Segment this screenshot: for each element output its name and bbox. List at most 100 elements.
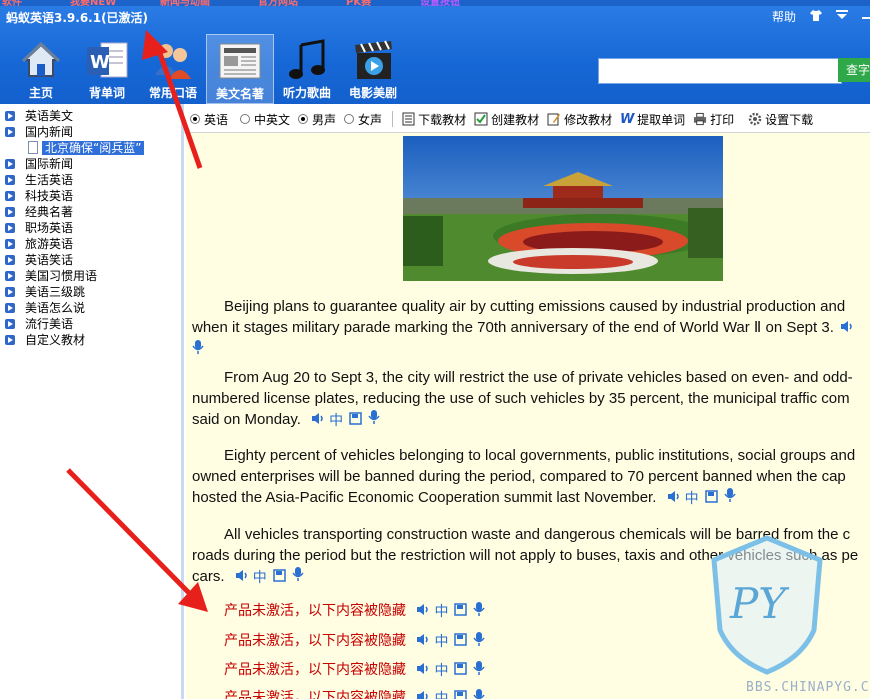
nav-spoken[interactable]: 常用口语 — [140, 34, 206, 102]
expand-icon[interactable] — [5, 335, 15, 345]
expand-icon[interactable] — [5, 287, 15, 297]
locked-text: 产品未激活，以下内容被隐藏 — [224, 603, 406, 619]
floppy-icon[interactable] — [454, 632, 468, 650]
settings-button[interactable]: 设置下载 — [748, 111, 813, 128]
tree-item-label: 英语笑话 — [25, 253, 74, 267]
expand-icon[interactable] — [5, 111, 15, 121]
microphone-icon[interactable] — [192, 339, 204, 361]
create-button[interactable]: 创建教材 — [474, 111, 539, 128]
tree-item-label: 国际新闻 — [25, 157, 74, 171]
watermark-text: BBS.CHINAPYG.COM — [746, 680, 870, 695]
floppy-icon[interactable] — [454, 689, 468, 699]
microphone-icon[interactable] — [473, 688, 486, 699]
tree-item-label: 生活英语 — [25, 173, 74, 187]
expand-icon[interactable] — [5, 175, 15, 185]
menu-down-icon[interactable] — [836, 10, 848, 23]
floppy-icon[interactable] — [454, 602, 468, 620]
floppy-icon[interactable] — [349, 410, 362, 431]
translate-button[interactable]: 中 — [434, 660, 448, 680]
microphone-icon[interactable] — [292, 566, 304, 588]
speaker-icon[interactable] — [235, 567, 249, 588]
expand-icon[interactable] — [5, 303, 15, 313]
microphone-icon[interactable] — [368, 409, 380, 431]
nav-words[interactable]: W 背单词 — [74, 34, 140, 102]
tree-item-label: 美语三级跳 — [25, 285, 86, 299]
tree-item[interactable]: 英语笑话 — [0, 252, 181, 268]
minimize-icon[interactable] — [862, 10, 870, 23]
speaker-icon[interactable] — [667, 488, 681, 509]
tree-item[interactable]: 英语美文 — [0, 108, 181, 124]
expand-icon[interactable] — [5, 127, 15, 137]
print-button[interactable]: 打印 — [693, 111, 734, 128]
help-link[interactable]: 帮助 — [772, 8, 796, 25]
tree-child-item[interactable]: 北京确保“阅兵蓝” — [0, 140, 181, 156]
speaker-icon[interactable] — [416, 603, 430, 620]
expand-icon[interactable] — [5, 239, 15, 249]
newspaper-icon — [218, 39, 262, 83]
microphone-icon[interactable] — [473, 601, 486, 621]
radio-label: 中英文 — [254, 112, 291, 127]
expand-icon[interactable] — [5, 159, 15, 169]
search-input[interactable] — [598, 58, 842, 84]
tree-item[interactable]: 生活英语 — [0, 172, 181, 188]
speaker-icon[interactable] — [840, 318, 854, 339]
tree-item[interactable]: 科技英语 — [0, 188, 181, 204]
expand-icon[interactable] — [5, 223, 15, 233]
toolbar-label: 下载教材 — [418, 112, 467, 127]
speaker-icon[interactable] — [416, 662, 430, 679]
tree-item[interactable]: 流行美语 — [0, 316, 181, 332]
speaker-icon[interactable] — [416, 690, 430, 699]
nav-movies[interactable]: 电影美剧 — [340, 34, 406, 102]
shirt-icon[interactable] — [810, 9, 822, 24]
translate-button[interactable]: 中 — [685, 488, 699, 509]
expand-icon[interactable] — [5, 255, 15, 265]
tree-item[interactable]: 职场英语 — [0, 220, 181, 236]
people-icon — [151, 38, 195, 82]
nav-label: 背单词 — [88, 86, 125, 100]
tree-item[interactable]: 旅游英语 — [0, 236, 181, 252]
tree-item[interactable]: 美国习惯用语 — [0, 268, 181, 284]
radio-dot[interactable] — [344, 114, 355, 124]
translate-button[interactable]: 中 — [253, 567, 267, 588]
microphone-icon[interactable] — [473, 631, 486, 651]
translate-button[interactable]: 中 — [329, 410, 343, 431]
radio-english[interactable]: 英语 — [190, 111, 228, 128]
radio-bilingual[interactable]: 中英文 — [240, 111, 290, 128]
expand-icon[interactable] — [5, 191, 15, 201]
search-button[interactable]: 查字 — [838, 58, 870, 82]
tree-item[interactable]: 美语三级跳 — [0, 284, 181, 300]
microphone-icon[interactable] — [473, 660, 486, 680]
radio-dot[interactable] — [240, 114, 251, 124]
floppy-icon[interactable] — [704, 488, 718, 509]
window-controls: 帮助 — [772, 8, 870, 25]
nav-articles[interactable]: 美文名著 — [206, 34, 274, 104]
radio-dot[interactable] — [190, 114, 200, 124]
extract-button[interactable]: W 提取单词 — [620, 111, 685, 128]
expand-icon[interactable] — [5, 319, 15, 329]
download-button[interactable]: 下载教材 — [401, 111, 466, 128]
expand-icon[interactable] — [5, 207, 15, 217]
translate-button[interactable]: 中 — [434, 601, 448, 621]
nav-home[interactable]: 主页 — [8, 34, 74, 102]
radio-male[interactable]: 男声 — [298, 111, 336, 128]
expand-icon[interactable] — [5, 271, 15, 281]
tree-item[interactable]: 自定义教材 — [0, 332, 181, 348]
tree-item[interactable]: 经典名著 — [0, 204, 181, 220]
tree-item[interactable]: 美语怎么说 — [0, 300, 181, 316]
modify-button[interactable]: 修改教材 — [547, 111, 612, 128]
music-note-icon — [285, 38, 329, 82]
tree-item[interactable]: 国内新闻 — [0, 124, 181, 140]
speaker-icon[interactable] — [311, 410, 325, 431]
floppy-icon[interactable] — [454, 661, 468, 679]
speaker-icon[interactable] — [416, 633, 430, 650]
translate-button[interactable]: 中 — [434, 631, 448, 651]
printer-icon — [693, 112, 707, 126]
radio-dot[interactable] — [298, 114, 309, 124]
word-w-icon: W — [619, 111, 635, 127]
tree-item[interactable]: 国际新闻 — [0, 156, 181, 172]
nav-music[interactable]: 听力歌曲 — [274, 34, 340, 102]
microphone-icon[interactable] — [723, 487, 736, 509]
floppy-icon[interactable] — [272, 567, 286, 588]
radio-female[interactable]: 女声 — [344, 111, 382, 128]
translate-button[interactable]: 中 — [434, 688, 448, 699]
